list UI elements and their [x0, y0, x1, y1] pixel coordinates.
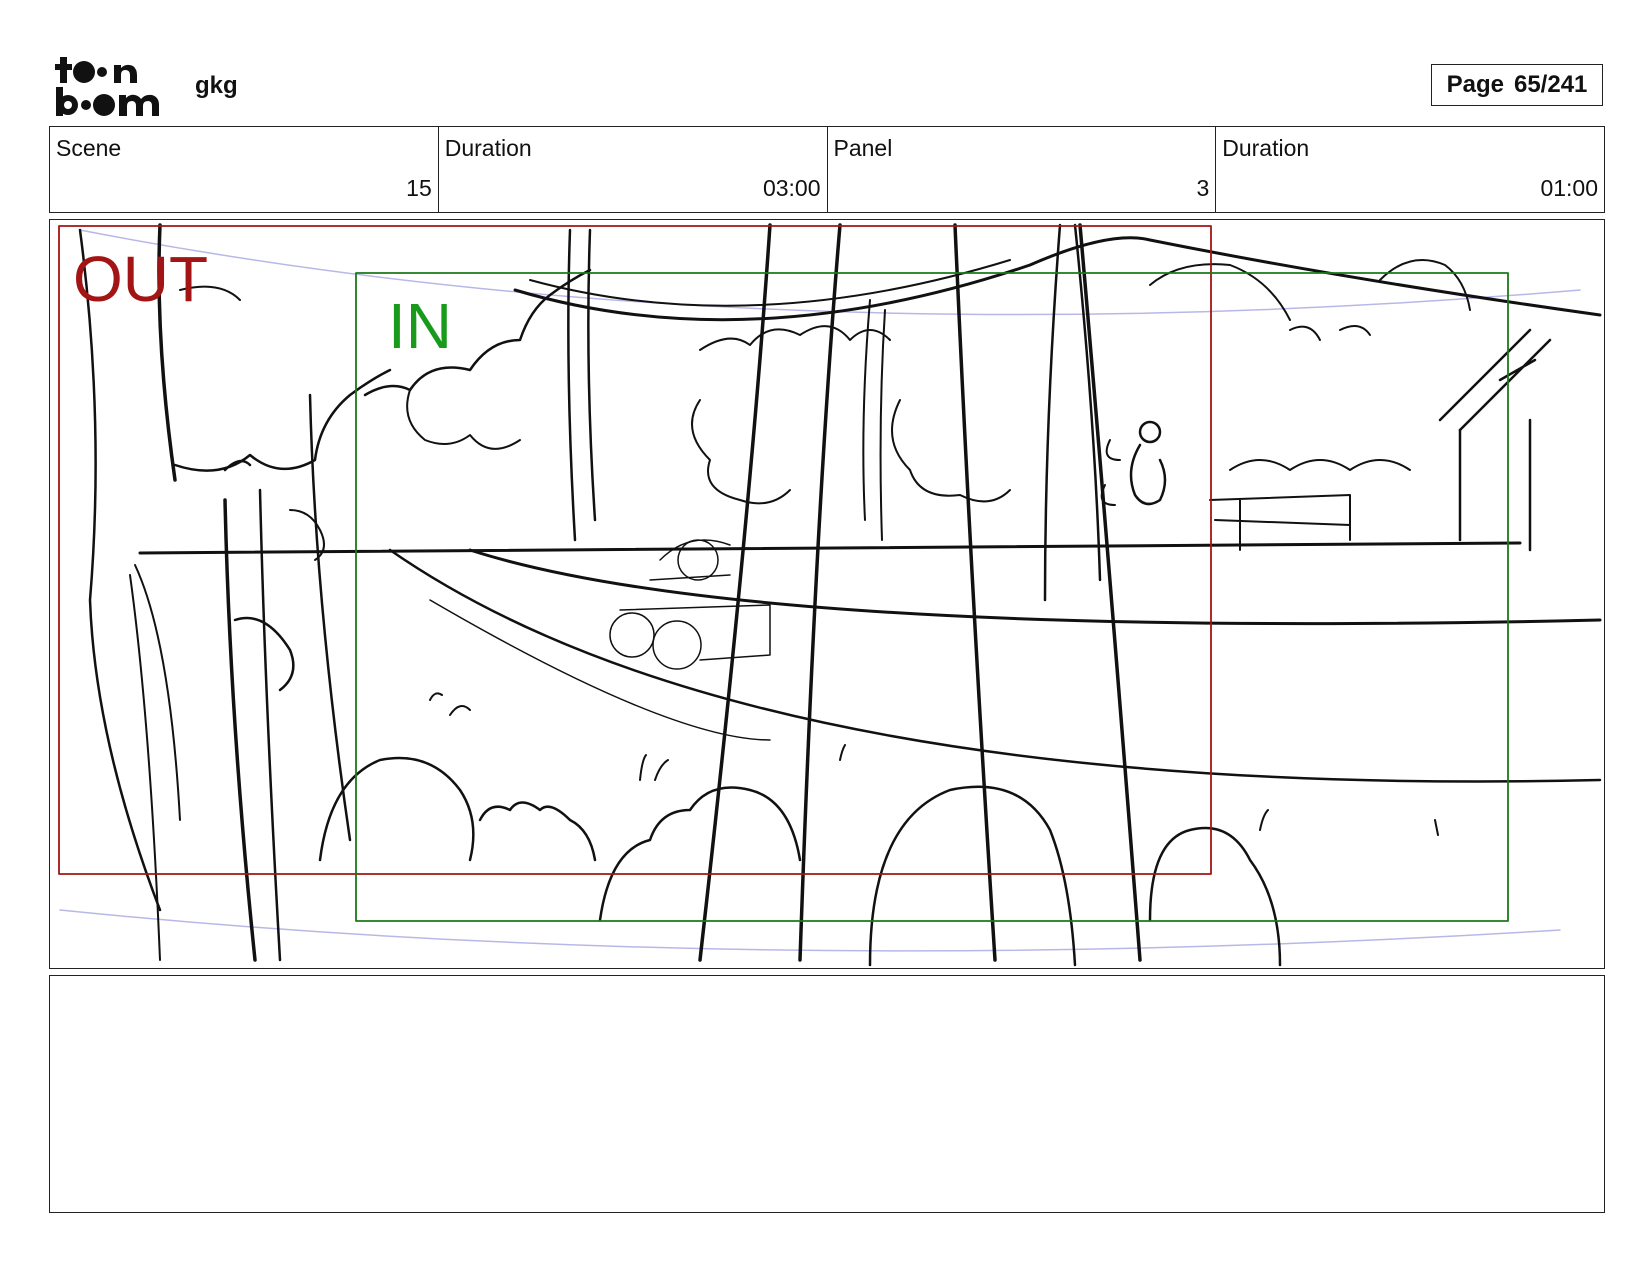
bush-fg-a [318, 756, 475, 862]
tree-trunk-center-f [1078, 223, 1142, 962]
tree-left-trunk-e [308, 393, 352, 842]
grass-tufts [429, 692, 1439, 836]
path-edge-lower [388, 548, 1602, 783]
project-name: gkg [195, 72, 238, 99]
scene-label: Scene [56, 135, 122, 161]
tree-trunk-center-d [798, 223, 842, 962]
character-head [1138, 420, 1162, 444]
vehicle-driver [677, 539, 719, 581]
canopy-right-d [1289, 325, 1371, 341]
canopy-right-c [1229, 459, 1411, 471]
scene-cell: Scene 15 [50, 127, 439, 212]
panel-cell: Panel 3 [828, 127, 1217, 212]
scene-duration-label: Duration [444, 135, 532, 161]
tree-far-left [129, 564, 181, 961]
canopy-center-left-b [406, 389, 521, 450]
canopy-mid-b [691, 399, 791, 505]
tree-trunk-center-h [1043, 223, 1062, 602]
canopy-mid-c [891, 399, 1011, 503]
page-indicator: Page 65/241 [1431, 64, 1603, 106]
house-roof [1438, 328, 1552, 432]
tree-trunk-center-e [953, 223, 997, 962]
tree-trunk-center-a [567, 228, 577, 542]
panel-label: Panel [833, 135, 893, 161]
bush-fg-b [478, 801, 597, 862]
scene-value: 15 [406, 175, 432, 201]
tree-left-trunk-c [258, 488, 282, 962]
in-frame [355, 272, 1509, 922]
fence [1209, 494, 1351, 551]
scene-duration-cell: Duration 03:00 [439, 127, 828, 212]
storyboard-panel: OUT IN [49, 219, 1605, 969]
bush-fg-c [598, 786, 802, 922]
tree-trunk-center-i [862, 299, 886, 541]
page-number: 65/241 [1513, 71, 1588, 98]
panel-value: 3 [1196, 175, 1210, 201]
canopy-mid-a [699, 325, 891, 351]
house-wall [1458, 418, 1532, 552]
toonboom-logo-mark [55, 57, 159, 116]
guide-curve-bottom [59, 909, 1561, 952]
panel-notes-box[interactable] [49, 975, 1605, 1213]
path-edge-upper [468, 548, 1602, 626]
out-frame-label: OUT [73, 243, 209, 315]
scene-duration-value: 03:00 [762, 175, 821, 201]
tree-left-trunk-a [78, 228, 162, 912]
tree-left-trunk-d [223, 498, 257, 962]
panel-sketch [58, 223, 1602, 967]
character-body [1129, 443, 1167, 506]
vehicle-wheel-b [652, 620, 702, 670]
left-leaves [179, 285, 325, 561]
bush-fg-d [868, 785, 1077, 967]
toonboom-logo [54, 54, 172, 118]
page-label: Page [1446, 71, 1504, 98]
vehicle-wheel-a [609, 612, 655, 658]
panel-duration-value: 01:00 [1540, 175, 1598, 201]
horizon-line [138, 541, 1522, 555]
panel-duration-cell: Duration 01:00 [1216, 127, 1604, 212]
scene-info-table: Scene 15 Duration 03:00 Panel 3 Duration… [49, 126, 1605, 213]
in-frame-label: IN [388, 290, 452, 362]
tree-left-canopy [173, 368, 392, 472]
panel-duration-label: Duration [1222, 135, 1310, 161]
path-edge-inner [429, 599, 771, 741]
